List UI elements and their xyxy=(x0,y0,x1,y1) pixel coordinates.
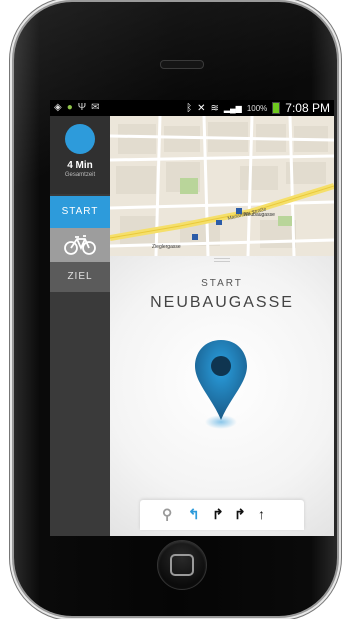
map-label-station-1: Zieglergasse xyxy=(152,244,181,250)
status-time: 7:08 PM xyxy=(285,101,330,115)
timer-circle-icon xyxy=(65,124,95,154)
bicycle-icon xyxy=(64,235,96,255)
status-bar: ◈ ● Ψ ✉ ᛒ ✕ ≋ ▂▄▆ 100% 7:08 PM xyxy=(50,100,334,116)
total-time-value: 4 Min xyxy=(67,160,93,171)
sidebar: 4 Min Gesamtzeit START ZIEL xyxy=(50,116,110,536)
sidebar-item-ziel[interactable]: ZIEL xyxy=(50,262,110,292)
android-icon: ● xyxy=(66,102,73,113)
total-time-label: Gesamtzeit xyxy=(64,172,96,178)
signal-icon: ▂▄▆ xyxy=(223,103,242,113)
message-icon: ✉ xyxy=(91,102,100,113)
app-screen: ◈ ● Ψ ✉ ᛒ ✕ ≋ ▂▄▆ 100% 7:08 PM 4 Min Ges… xyxy=(50,100,334,536)
map-graphic: Neubaugasse Zieglergasse Mariahilfer Str… xyxy=(110,116,334,256)
sidebar-item-start[interactable]: START xyxy=(50,196,110,228)
destination-name: NEUBAUGASSE xyxy=(150,294,294,311)
drag-handle[interactable] xyxy=(214,258,230,262)
bluetooth-icon: ᛒ xyxy=(186,102,193,114)
start-label: START xyxy=(201,278,243,289)
location-icon: ◈ xyxy=(54,102,62,113)
turn-right-icon[interactable]: ↱ xyxy=(212,506,224,523)
battery-icon xyxy=(272,102,281,114)
usb-icon: Ψ xyxy=(77,102,87,113)
status-left-icons: ◈ ● Ψ ✉ xyxy=(54,102,100,113)
straight-icon[interactable]: ↑ xyxy=(258,506,265,522)
mute-icon: ✕ xyxy=(197,102,206,114)
route-steps-bar: ⚲ ↰ ↱ ↱ ↑ xyxy=(140,500,304,530)
turn-right-icon[interactable]: ↱ xyxy=(234,506,246,523)
wifi-icon: ≋ xyxy=(210,102,219,114)
main-panel: START NEUBAUGASSE ⚲ ↰ ↱ ↱ ↑ xyxy=(110,256,334,536)
total-time-widget: 4 Min Gesamtzeit xyxy=(50,116,110,194)
route-map[interactable]: Neubaugasse Zieglergasse Mariahilfer Str… xyxy=(110,116,334,256)
sidebar-item-bike[interactable] xyxy=(50,228,110,262)
phone-speaker xyxy=(160,60,204,69)
battery-percent: 100% xyxy=(246,103,268,113)
marker-step-icon[interactable]: ⚲ xyxy=(162,506,172,523)
turn-left-icon[interactable]: ↰ xyxy=(188,506,200,523)
home-square-icon xyxy=(170,554,194,576)
location-pin-icon xyxy=(195,340,247,429)
status-right-icons: ᛒ ✕ ≋ ▂▄▆ 100% 7:08 PM xyxy=(186,101,330,115)
